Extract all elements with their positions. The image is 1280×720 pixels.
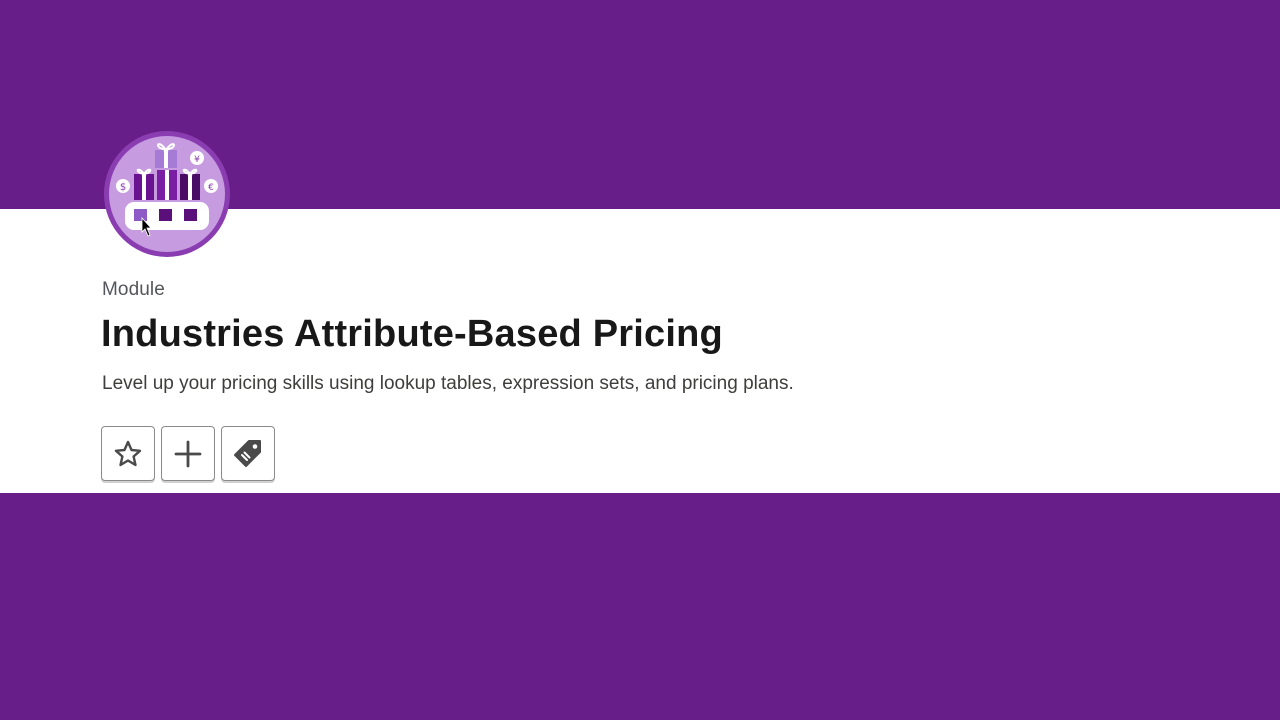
page-title: Industries Attribute-Based Pricing: [101, 313, 723, 355]
star-icon: [114, 440, 142, 466]
module-action-bar: [101, 426, 275, 481]
tag-icon: [234, 439, 261, 467]
yen-coin-icon: ¥: [194, 155, 200, 165]
module-badge-icon: $ ¥ €: [103, 130, 231, 258]
content-band-bottom: [0, 493, 1280, 720]
favorite-button[interactable]: [101, 426, 155, 481]
add-button[interactable]: [161, 426, 215, 481]
tag-button[interactable]: [221, 426, 275, 481]
euro-coin-icon: €: [208, 183, 214, 193]
dollar-coin-icon: $: [120, 182, 126, 193]
plus-icon: [174, 440, 202, 467]
module-description: Level up your pricing skills using looku…: [102, 373, 794, 394]
module-type-label: Module: [102, 279, 165, 300]
